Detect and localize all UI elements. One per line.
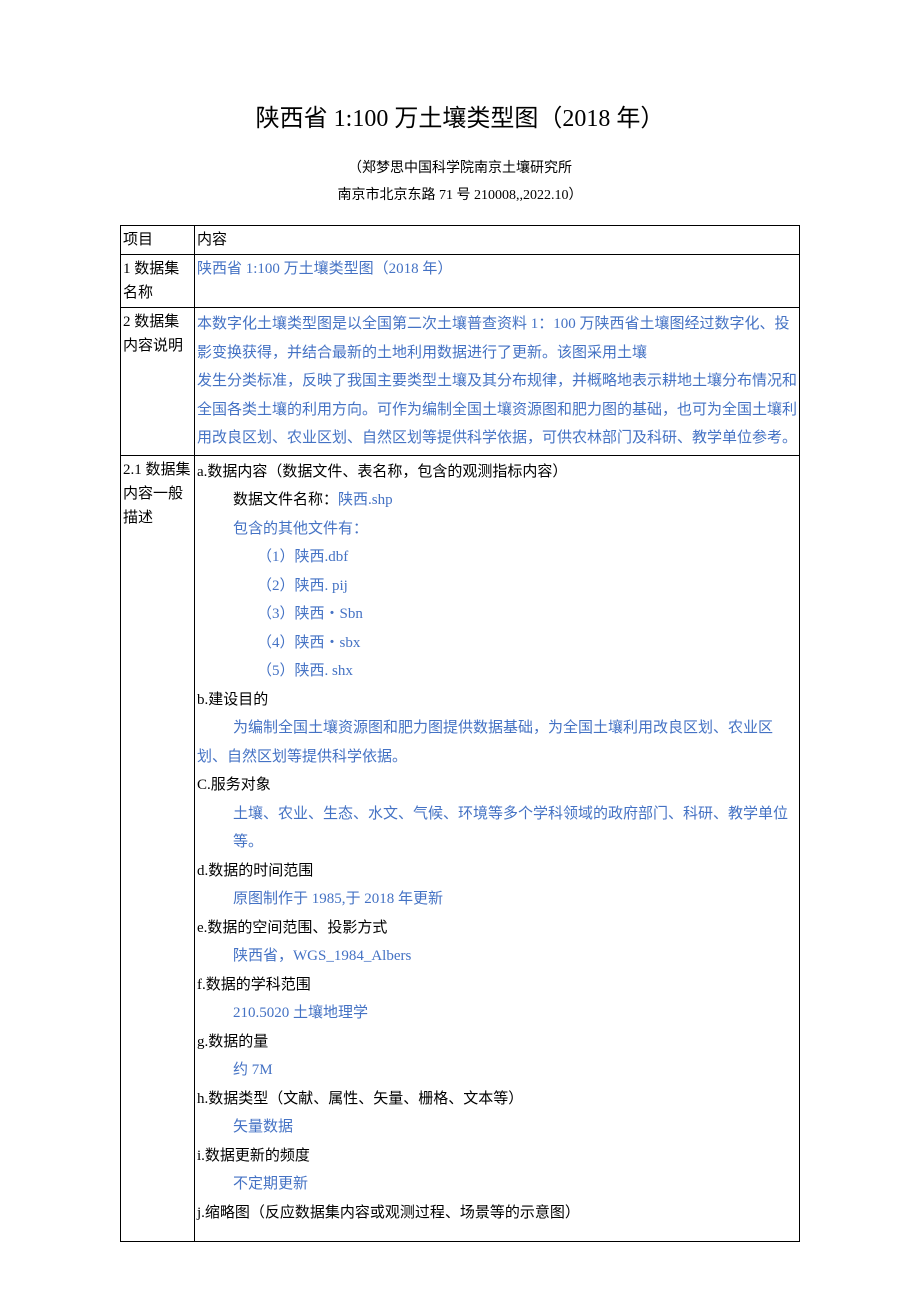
section-b-label: b.建设目的 — [197, 686, 797, 715]
section-i-label: i.数据更新的频度 — [197, 1142, 797, 1171]
section-i-value: 不定期更新 — [197, 1170, 797, 1199]
metadata-table: 项目 内容 1 数据集名称 陕西省 1:100 万土壤类型图（2018 年） 2… — [120, 225, 800, 1242]
header-col2: 内容 — [195, 226, 800, 255]
table-row: 2.1 数据集内容一般描述 a.数据内容（数据文件、表名称，包含的观测指标内容）… — [121, 455, 800, 1242]
page-title: 陕西省 1:100 万土壤类型图（2018 年） — [120, 100, 800, 138]
section-h-value: 矢量数据 — [197, 1113, 797, 1142]
other-files-label: 包含的其他文件有： — [197, 515, 797, 544]
section-g-label: g.数据的量 — [197, 1028, 797, 1057]
dataset-name: 陕西省 1:100 万土壤类型图（2018 年） — [197, 261, 452, 277]
row2-para2: 发生分类标准，反映了我国主要类型土壤及其分布规律，并概略地表示耕地土壤分布情况和… — [197, 367, 797, 453]
row3-label: 2.1 数据集内容一般描述 — [121, 455, 195, 1242]
row2-para1: 本数字化土壤类型图是以全国第二次土壤普查资料 1：100 万陕西省土壤图经过数字… — [197, 310, 797, 367]
section-e-label: e.数据的空间范围、投影方式 — [197, 914, 797, 943]
section-f-value: 210.5020 土壤地理学 — [197, 999, 797, 1028]
section-d-label: d.数据的时间范围 — [197, 857, 797, 886]
address-line: 南京市北京东路 71 号 210008,,2022.10） — [120, 185, 800, 207]
table-header-row: 项目 内容 — [121, 226, 800, 255]
row2-content: 本数字化土壤类型图是以全国第二次土壤普查资料 1：100 万陕西省土壤图经过数字… — [195, 308, 800, 456]
author-line: （郑梦思中国科学院南京土壤研究所 — [120, 158, 800, 180]
section-c-label: C.服务对象 — [197, 771, 797, 800]
table-row: 2 数据集内容说明 本数字化土壤类型图是以全国第二次土壤普查资料 1：100 万… — [121, 308, 800, 456]
file-item: （2）陕西. pij — [197, 572, 797, 601]
section-j-label: j.缩略图（反应数据集内容或观测过程、场景等的示意图） — [197, 1199, 797, 1228]
table-row: 1 数据集名称 陕西省 1:100 万土壤类型图（2018 年） — [121, 255, 800, 308]
section-g-value: 约 7M — [197, 1056, 797, 1085]
section-a-label: a.数据内容（数据文件、表名称，包含的观测指标内容） — [197, 458, 797, 487]
file-item: （4）陕西・sbx — [197, 629, 797, 658]
section-e-value: 陕西省，WGS_1984_Albers — [197, 942, 797, 971]
section-d-value: 原图制作于 1985,于 2018 年更新 — [197, 885, 797, 914]
section-c-value: 土壤、农业、生态、水文、气候、环境等多个学科领域的政府部门、科研、教学单位等。 — [197, 800, 797, 857]
file-name-value: 陕西.shp — [338, 492, 393, 508]
file-item: （5）陕西. shx — [197, 657, 797, 686]
section-f-label: f.数据的学科范围 — [197, 971, 797, 1000]
spacer — [197, 1227, 797, 1239]
file-item: （1）陕西.dbf — [197, 543, 797, 572]
section-h-label: h.数据类型（文献、属性、矢量、栅格、文本等） — [197, 1085, 797, 1114]
file-item: （3）陕西・Sbn — [197, 600, 797, 629]
header-col1: 项目 — [121, 226, 195, 255]
section-b-value: 为编制全国土壤资源图和肥力图提供数据基础，为全国土壤利用改良区划、农业区划、自然… — [197, 714, 797, 771]
row1-value: 陕西省 1:100 万土壤类型图（2018 年） — [195, 255, 800, 308]
row1-label: 1 数据集名称 — [121, 255, 195, 308]
file-name-label: 数据文件名称： — [233, 492, 338, 508]
row3-content: a.数据内容（数据文件、表名称，包含的观测指标内容） 数据文件名称：陕西.shp… — [195, 455, 800, 1242]
row2-label: 2 数据集内容说明 — [121, 308, 195, 456]
file-name-line: 数据文件名称：陕西.shp — [197, 486, 797, 515]
